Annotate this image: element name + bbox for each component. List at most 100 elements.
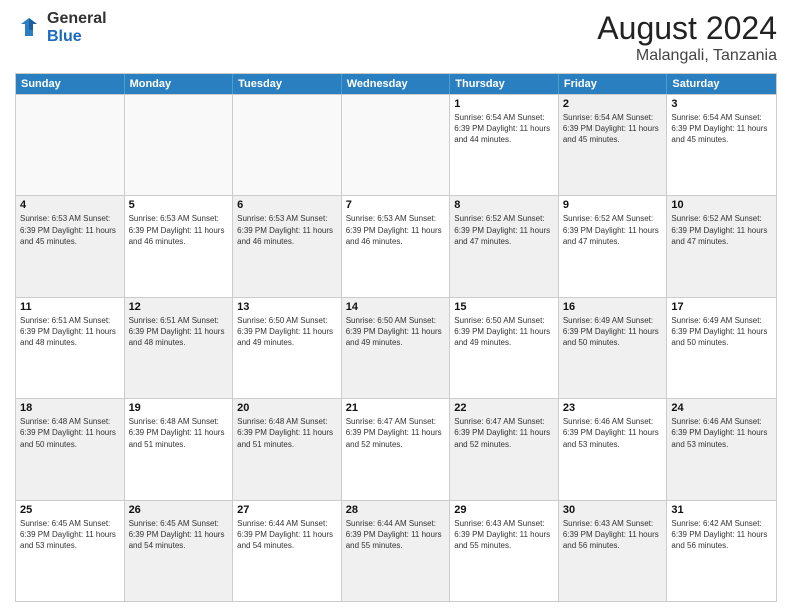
day-3: 3 Sunrise: 6:54 AM Sunset: 6:39 PM Daylig… [667,95,776,195]
header-wednesday: Wednesday [342,74,451,94]
week-row-3: 11 Sunrise: 6:51 AM Sunset: 6:39 PM Dayli… [16,297,776,398]
day-30: 30 Sunrise: 6:43 AM Sunset: 6:39 PM Dayli… [559,501,668,601]
day-info-31: Sunrise: 6:42 AM Sunset: 6:39 PM Dayligh… [671,518,772,552]
day-number-8: 8 [454,199,554,211]
day-info-22: Sunrise: 6:47 AM Sunset: 6:39 PM Dayligh… [454,416,554,450]
day-number-4: 4 [20,199,120,211]
calendar-header: Sunday Monday Tuesday Wednesday Thursday… [16,74,776,94]
day-info-20: Sunrise: 6:48 AM Sunset: 6:39 PM Dayligh… [237,416,337,450]
day-number-22: 22 [454,402,554,414]
day-22: 22 Sunrise: 6:47 AM Sunset: 6:39 PM Dayli… [450,399,559,499]
day-number-25: 25 [20,504,120,516]
empty-cell-0-0 [16,95,125,195]
day-info-19: Sunrise: 6:48 AM Sunset: 6:39 PM Dayligh… [129,416,229,450]
day-9: 9 Sunrise: 6:52 AM Sunset: 6:39 PM Daylig… [559,196,668,296]
day-info-4: Sunrise: 6:53 AM Sunset: 6:39 PM Dayligh… [20,213,120,247]
day-27: 27 Sunrise: 6:44 AM Sunset: 6:39 PM Dayli… [233,501,342,601]
day-number-18: 18 [20,402,120,414]
week-row-4: 18 Sunrise: 6:48 AM Sunset: 6:39 PM Dayli… [16,398,776,499]
day-number-9: 9 [563,199,663,211]
day-number-15: 15 [454,301,554,313]
day-number-12: 12 [129,301,229,313]
day-number-24: 24 [671,402,772,414]
day-info-21: Sunrise: 6:47 AM Sunset: 6:39 PM Dayligh… [346,416,446,450]
day-info-13: Sunrise: 6:50 AM Sunset: 6:39 PM Dayligh… [237,315,337,349]
day-info-5: Sunrise: 6:53 AM Sunset: 6:39 PM Dayligh… [129,213,229,247]
calendar-body: 1Sunrise: 6:54 AM Sunset: 6:39 PM Daylig… [16,94,776,601]
title-block: August 2024 Malangali, Tanzania [597,10,777,65]
logo-icon [15,14,43,42]
calendar: Sunday Monday Tuesday Wednesday Thursday… [15,73,777,602]
empty-cell-0-3 [342,95,451,195]
title-month: August 2024 [597,10,777,47]
day-info-17: Sunrise: 6:49 AM Sunset: 6:39 PM Dayligh… [671,315,772,349]
day-info-16: Sunrise: 6:49 AM Sunset: 6:39 PM Dayligh… [563,315,663,349]
day-number-5: 5 [129,199,229,211]
day-info-14: Sunrise: 6:50 AM Sunset: 6:39 PM Dayligh… [346,315,446,349]
header: General Blue August 2024 Malangali, Tanz… [15,10,777,65]
day-number-28: 28 [346,504,446,516]
day-number-29: 29 [454,504,554,516]
day-info-1: Sunrise: 6:54 AM Sunset: 6:39 PM Dayligh… [454,112,554,146]
day-number-7: 7 [346,199,446,211]
day-info-9: Sunrise: 6:52 AM Sunset: 6:39 PM Dayligh… [563,213,663,247]
day-info-26: Sunrise: 6:45 AM Sunset: 6:39 PM Dayligh… [129,518,229,552]
day-number-2: 2 [563,98,663,110]
week-row-5: 25 Sunrise: 6:45 AM Sunset: 6:39 PM Dayli… [16,500,776,601]
day-number-16: 16 [563,301,663,313]
day-18: 18 Sunrise: 6:48 AM Sunset: 6:39 PM Dayli… [16,399,125,499]
day-28: 28 Sunrise: 6:44 AM Sunset: 6:39 PM Dayli… [342,501,451,601]
day-info-27: Sunrise: 6:44 AM Sunset: 6:39 PM Dayligh… [237,518,337,552]
day-info-3: Sunrise: 6:54 AM Sunset: 6:39 PM Dayligh… [671,112,772,146]
day-info-24: Sunrise: 6:46 AM Sunset: 6:39 PM Dayligh… [671,416,772,450]
day-4: 4 Sunrise: 6:53 AM Sunset: 6:39 PM Daylig… [16,196,125,296]
day-number-21: 21 [346,402,446,414]
day-info-8: Sunrise: 6:52 AM Sunset: 6:39 PM Dayligh… [454,213,554,247]
day-number-6: 6 [237,199,337,211]
day-13: 13Sunrise: 6:50 AM Sunset: 6:39 PM Dayli… [233,298,342,398]
logo-blue-text: Blue [47,28,107,46]
day-info-18: Sunrise: 6:48 AM Sunset: 6:39 PM Dayligh… [20,416,120,450]
day-number-17: 17 [671,301,772,313]
day-5: 5 Sunrise: 6:53 AM Sunset: 6:39 PM Daylig… [125,196,234,296]
header-monday: Monday [125,74,234,94]
day-number-30: 30 [563,504,663,516]
day-number-11: 11 [20,301,120,313]
day-info-11: Sunrise: 6:51 AM Sunset: 6:39 PM Dayligh… [20,315,120,349]
header-tuesday: Tuesday [233,74,342,94]
header-saturday: Saturday [667,74,776,94]
day-number-20: 20 [237,402,337,414]
day-23: 23Sunrise: 6:46 AM Sunset: 6:39 PM Dayli… [559,399,668,499]
header-friday: Friday [559,74,668,94]
day-info-2: Sunrise: 6:54 AM Sunset: 6:39 PM Dayligh… [563,112,663,146]
day-number-3: 3 [671,98,772,110]
day-info-15: Sunrise: 6:50 AM Sunset: 6:39 PM Dayligh… [454,315,554,349]
day-14: 14 Sunrise: 6:50 AM Sunset: 6:39 PM Dayli… [342,298,451,398]
day-24: 24 Sunrise: 6:46 AM Sunset: 6:39 PM Dayli… [667,399,776,499]
day-6: 6Sunrise: 6:53 AM Sunset: 6:39 PM Daylig… [233,196,342,296]
day-20: 20 Sunrise: 6:48 AM Sunset: 6:39 PM Dayli… [233,399,342,499]
header-sunday: Sunday [16,74,125,94]
day-info-28: Sunrise: 6:44 AM Sunset: 6:39 PM Dayligh… [346,518,446,552]
day-info-30: Sunrise: 6:43 AM Sunset: 6:39 PM Dayligh… [563,518,663,552]
logo-text: General Blue [47,10,107,45]
day-number-26: 26 [129,504,229,516]
logo: General Blue [15,10,107,45]
day-7: 7Sunrise: 6:53 AM Sunset: 6:39 PM Daylig… [342,196,451,296]
day-25: 25 Sunrise: 6:45 AM Sunset: 6:39 PM Dayli… [16,501,125,601]
day-29: 29Sunrise: 6:43 AM Sunset: 6:39 PM Dayli… [450,501,559,601]
day-11: 11 Sunrise: 6:51 AM Sunset: 6:39 PM Dayli… [16,298,125,398]
day-number-14: 14 [346,301,446,313]
day-8: 8 Sunrise: 6:52 AM Sunset: 6:39 PM Daylig… [450,196,559,296]
day-info-25: Sunrise: 6:45 AM Sunset: 6:39 PM Dayligh… [20,518,120,552]
day-info-12: Sunrise: 6:51 AM Sunset: 6:39 PM Dayligh… [129,315,229,349]
day-number-27: 27 [237,504,337,516]
day-info-10: Sunrise: 6:52 AM Sunset: 6:39 PM Dayligh… [671,213,772,247]
day-number-31: 31 [671,504,772,516]
day-17: 17 Sunrise: 6:49 AM Sunset: 6:39 PM Dayli… [667,298,776,398]
day-number-10: 10 [671,199,772,211]
day-info-23: Sunrise: 6:46 AM Sunset: 6:39 PM Dayligh… [563,416,663,450]
day-10: 10 Sunrise: 6:52 AM Sunset: 6:39 PM Dayli… [667,196,776,296]
page: General Blue August 2024 Malangali, Tanz… [0,0,792,612]
day-2: 2 Sunrise: 6:54 AM Sunset: 6:39 PM Daylig… [559,95,668,195]
